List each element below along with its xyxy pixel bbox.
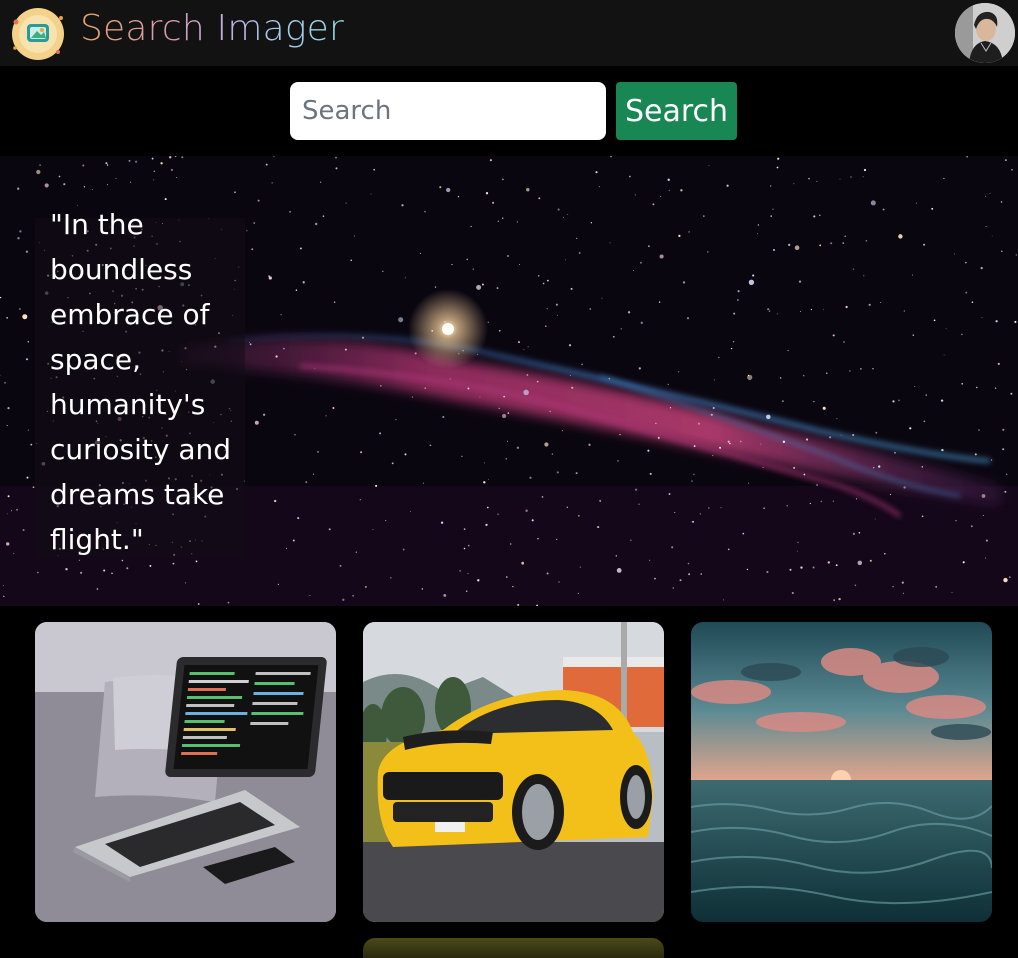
image-card-partial[interactable] <box>363 938 664 958</box>
hero-quote: "In the boundless embrace of space, huma… <box>50 208 232 556</box>
navbar: Search Imager <box>0 0 1018 66</box>
image-card-ocean[interactable] <box>691 622 992 922</box>
ocean-sunset-image <box>691 622 992 922</box>
laptop-image <box>35 622 336 922</box>
search-input[interactable] <box>290 82 606 140</box>
logo-icon[interactable] <box>10 6 66 62</box>
yellow-car-image <box>363 622 664 922</box>
brand-title[interactable]: Search Imager <box>80 6 344 52</box>
user-avatar[interactable] <box>955 3 1015 63</box>
search-button[interactable]: Search <box>616 82 737 140</box>
image-card-laptop[interactable] <box>35 622 336 922</box>
image-card-car[interactable] <box>363 622 664 922</box>
